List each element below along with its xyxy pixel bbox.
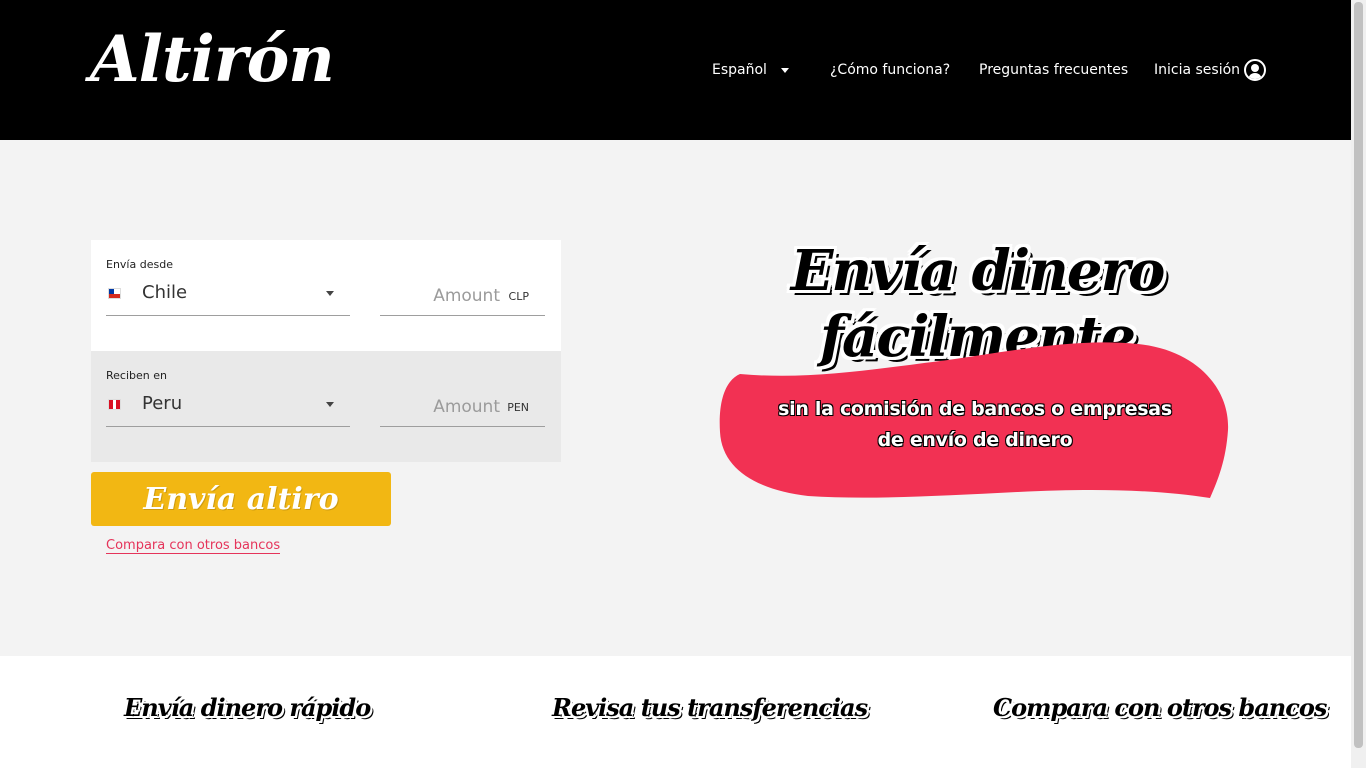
user-icon — [1244, 59, 1267, 81]
send-money-button[interactable]: Envía altiro — [91, 472, 391, 526]
hero-subtitle: sin la comisión de bancos o empresas de … — [740, 394, 1210, 456]
receive-currency: PEN — [507, 401, 529, 414]
chevron-down-icon — [326, 291, 334, 296]
chile-flag-icon — [108, 288, 121, 299]
nav-how-it-works[interactable]: ¿Cómo funciona? — [830, 58, 950, 82]
scrollbar-thumb[interactable] — [1354, 2, 1363, 748]
login-label: Inicia sesión — [1154, 62, 1241, 78]
chevron-down-icon — [780, 67, 789, 73]
receive-amount-field: PEN — [380, 387, 545, 427]
send-from-label: Envía desde — [106, 258, 173, 271]
nav-login[interactable]: Inicia sesión — [1154, 58, 1267, 82]
language-label: Español — [712, 62, 767, 78]
send-country-select[interactable]: Chile — [106, 276, 350, 316]
hero-subtitle-line2: de envío de dinero — [877, 429, 1073, 451]
language-dropdown[interactable]: Español — [712, 58, 789, 82]
send-currency: CLP — [508, 290, 529, 303]
send-country-value: Chile — [142, 282, 188, 303]
receive-in-label: Reciben en — [106, 369, 167, 382]
receive-amount-input[interactable] — [380, 395, 500, 419]
send-amount-field: CLP — [380, 276, 545, 316]
send-panel: Envía desde Chile CLP — [91, 240, 561, 351]
compare-banks-link[interactable]: Compara con otros bancos — [106, 538, 281, 554]
main-nav: Español ¿Cómo funciona? Preguntas frecue… — [0, 58, 1351, 82]
chevron-down-icon — [326, 402, 334, 407]
receive-country-select[interactable]: Peru — [106, 387, 350, 427]
feature-check-transfers: Revisa tus transferencias — [552, 693, 868, 722]
scrollbar[interactable] — [1351, 0, 1366, 768]
receive-panel: Reciben en Peru PEN — [91, 351, 561, 462]
receive-country-value: Peru — [142, 393, 183, 414]
feature-compare-banks: Compara con otros bancos — [993, 693, 1327, 722]
hero-subtitle-line1: sin la comisión de bancos o empresas — [778, 398, 1172, 420]
send-amount-input[interactable] — [380, 284, 500, 308]
peru-flag-icon — [108, 399, 121, 410]
feature-send-fast: Envía dinero rápido — [124, 693, 371, 722]
nav-faq[interactable]: Preguntas frecuentes — [979, 58, 1128, 82]
site-header: Altirón Español ¿Cómo funciona? Pregunta… — [0, 0, 1351, 140]
